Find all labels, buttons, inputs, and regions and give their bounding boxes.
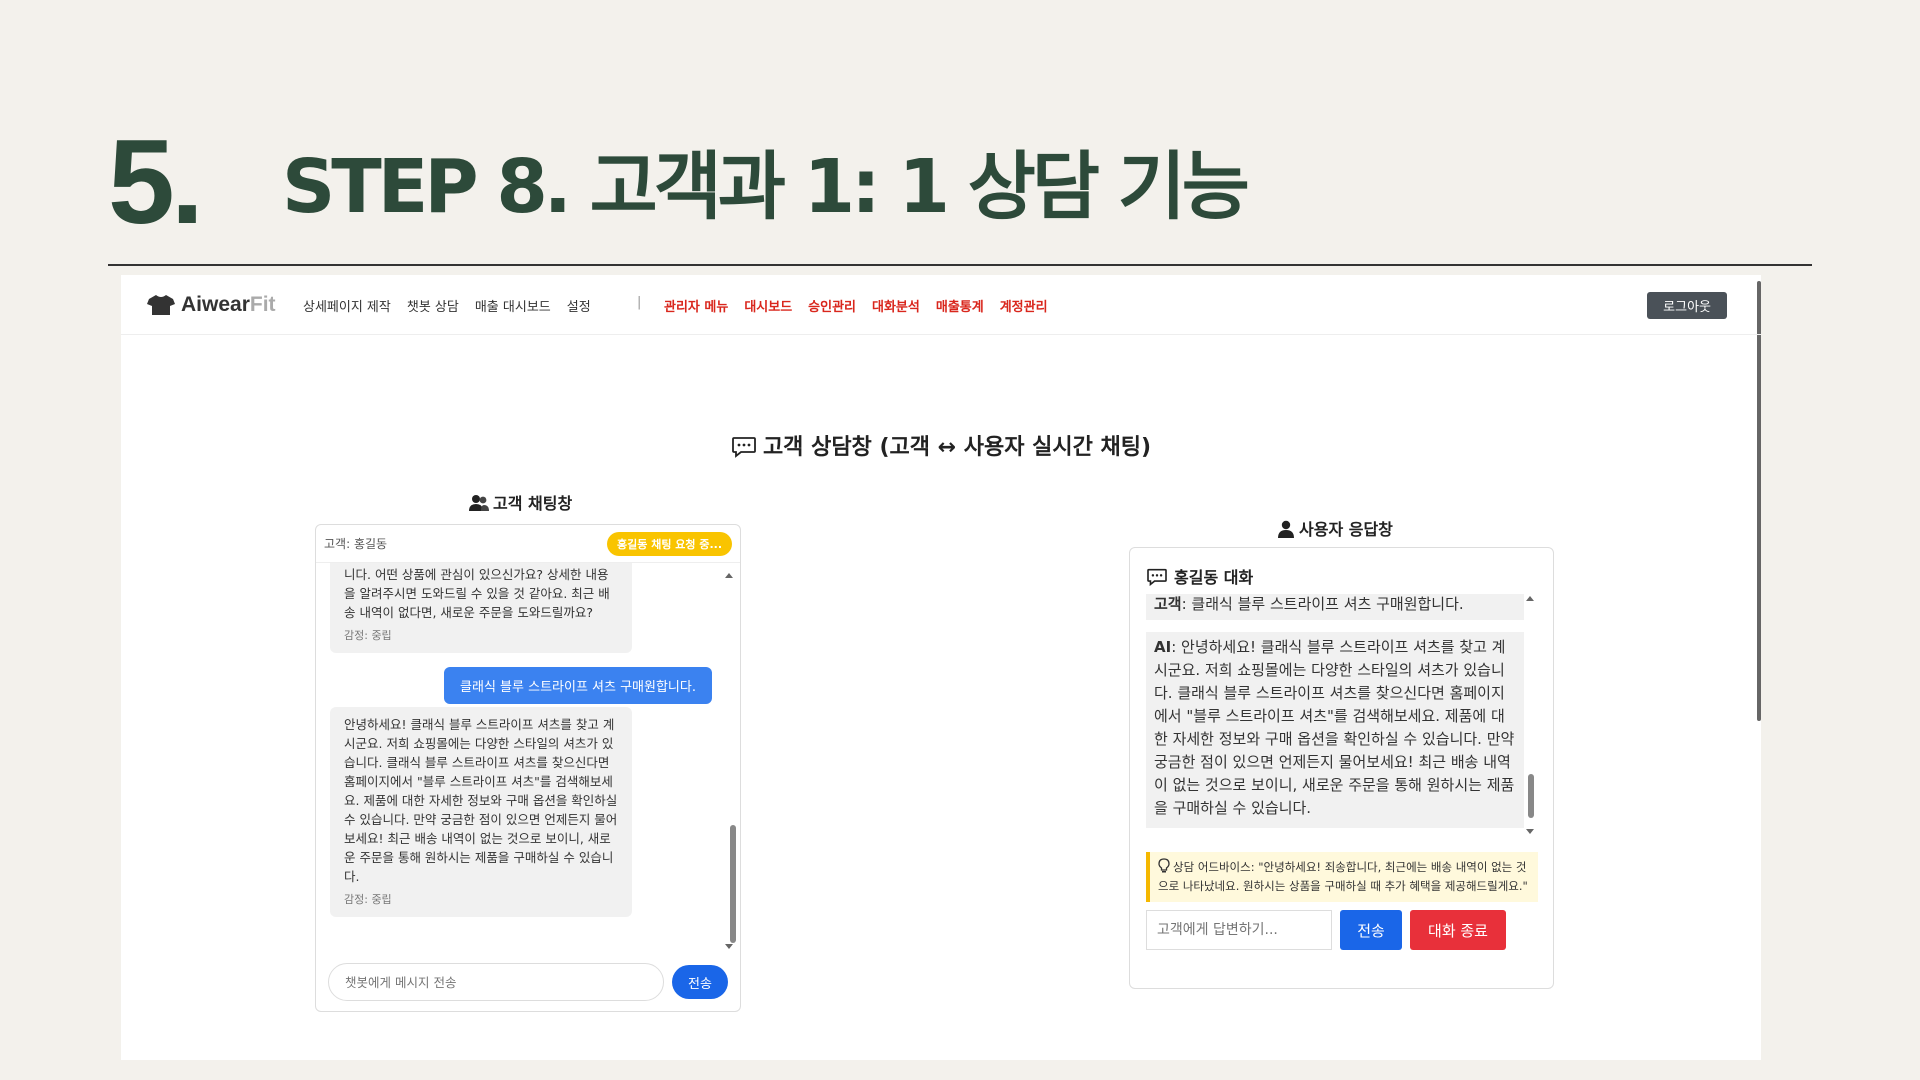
nav-link-detail-page[interactable]: 상세페이지 제작 — [303, 296, 391, 315]
admin-link-conversation-analysis[interactable]: 대화분석 — [872, 296, 920, 315]
chat-bubble-icon — [1147, 568, 1167, 587]
end-conversation-button[interactable]: 대화 종료 — [1410, 910, 1506, 950]
ai-message: 안녕하세요! 클래식 블루 스트라이프 셔츠를 찾고 계시군요. 저희 쇼핑몰에… — [330, 707, 632, 917]
chatbot-message-input[interactable] — [328, 963, 664, 1001]
admin-link-accounts[interactable]: 계정관리 — [1000, 296, 1048, 315]
page-heading-text: 고객 상담창 (고객 ↔ 사용자 실시간 채팅) — [762, 435, 1152, 460]
user-panel-title: 사용자 응답창 — [1277, 516, 1393, 540]
app-screenshot: Aiwear Fit 상세페이지 제작 챗봇 상담 매출 대시보드 설정 | 관리… — [121, 275, 1761, 1060]
users-icon — [469, 495, 489, 511]
scroll-down-icon[interactable] — [1526, 829, 1534, 834]
reply-row: 전송 대화 종료 — [1146, 910, 1506, 950]
chat-bubble-icon — [732, 437, 756, 458]
nav-link-chatbot[interactable]: 챗봇 상담 — [407, 296, 459, 315]
brand-name: Aiwear — [181, 293, 250, 316]
ai-message-text: 안녕하세요! 클래식 블루 스트라이프 셔츠를 찾고 계시군요. 저희 쇼핑몰에… — [344, 717, 618, 884]
page-scrollbar[interactable] — [1757, 281, 1761, 721]
customer-chat-header: 고객: 홍길동 홍길동 채팅 요청 중... — [316, 525, 740, 563]
customer-chat-window: 고객: 홍길동 홍길동 채팅 요청 중... 니다. 어떤 상품에 관심이 있으… — [315, 524, 741, 1012]
user-panel-title-text: 사용자 응답창 — [1299, 520, 1393, 539]
user-icon — [1278, 520, 1294, 538]
admin-link-approval[interactable]: 승인관리 — [808, 296, 856, 315]
admin-link-sales-stats[interactable]: 매출통계 — [936, 296, 984, 315]
log-message-text: : 클래식 블루 스트라이프 셔츠 구매원합니다. — [1181, 595, 1464, 613]
slide-number: 5. — [108, 115, 204, 249]
nav-link-sales-dashboard[interactable]: 매출 대시보드 — [475, 296, 551, 315]
ai-message-text: 니다. 어떤 상품에 관심이 있으신가요? 상세한 내용을 알려주시면 도와드릴… — [344, 567, 610, 620]
scroll-up-icon[interactable] — [725, 573, 733, 578]
consult-advice: 상담 어드바이스: "안녕하세요! 죄송합니다, 최근에는 배송 내역이 없는 … — [1146, 852, 1538, 902]
emotion-label: 감정: 중립 — [344, 893, 392, 906]
slide-title: STEP 8. 고객과 1: 1 상담 기능 — [282, 144, 1250, 230]
scroll-up-icon[interactable] — [1526, 596, 1534, 601]
customer-label: 고객: 홍길동 — [324, 537, 388, 551]
log-message-text: : 안녕하세요! 클래식 블루 스트라이프 셔츠를 찾고 계시군요. 저희 쇼핑… — [1154, 638, 1515, 817]
reply-input[interactable] — [1146, 910, 1332, 950]
brand-logo[interactable]: Aiwear Fit — [147, 293, 276, 317]
reply-send-button[interactable]: 전송 — [1340, 910, 1402, 950]
customer-chat-title-text: 고객 채팅창 — [493, 494, 573, 513]
main-nav: 상세페이지 제작 챗봇 상담 매출 대시보드 설정 — [303, 296, 591, 315]
conversation-scrollbar-thumb[interactable] — [1528, 774, 1534, 818]
scroll-down-icon[interactable] — [725, 944, 733, 949]
customer-message-list[interactable]: 니다. 어떤 상품에 관심이 있으신가요? 상세한 내용을 알려주시면 도와드릴… — [316, 563, 740, 959]
user-message: 클래식 블루 스트라이프 셔츠 구매원합니다. — [444, 667, 712, 704]
customer-send-button[interactable]: 전송 — [672, 965, 728, 999]
conversation-title-text: 홍길동 대화 — [1174, 568, 1254, 587]
conversation-title: 홍길동 대화 — [1146, 564, 1253, 588]
slide-divider — [108, 264, 1812, 266]
nav-separator: | — [637, 295, 642, 310]
customer-log-message: 고객: 클래식 블루 스트라이프 셔츠 구매원합니다. — [1146, 594, 1524, 620]
admin-nav: 관리자 메뉴 대시보드 승인관리 대화분석 매출통계 계정관리 — [664, 296, 1048, 315]
advice-text: 상담 어드바이스: "안녕하세요! 죄송합니다, 최근에는 배송 내역이 없는 … — [1158, 860, 1528, 893]
ai-log-message: AI: 안녕하세요! 클래식 블루 스트라이프 셔츠를 찾고 계시군요. 저희 … — [1146, 632, 1524, 828]
nav-link-settings[interactable]: 설정 — [567, 296, 591, 315]
customer-chat-title: 고객 채팅창 — [469, 490, 572, 514]
navbar: Aiwear Fit 상세페이지 제작 챗봇 상담 매출 대시보드 설정 | 관리… — [121, 275, 1761, 335]
admin-link-dashboard[interactable]: 대시보드 — [744, 296, 792, 315]
emotion-label: 감정: 중립 — [344, 629, 392, 642]
user-reply-panel: 홍길동 대화 고객: 클래식 블루 스트라이프 셔츠 구매원합니다. AI: 안… — [1129, 547, 1554, 989]
speaker-label: AI — [1154, 638, 1172, 656]
page-heading: 고객 상담창 (고객 ↔ 사용자 실시간 채팅) — [121, 429, 1761, 461]
lightbulb-icon — [1158, 858, 1170, 873]
tshirt-icon — [147, 295, 175, 315]
chat-scrollbar-thumb[interactable] — [730, 825, 736, 943]
admin-link-menu[interactable]: 관리자 메뉴 — [664, 296, 728, 315]
chat-request-badge: 홍길동 채팅 요청 중... — [607, 531, 732, 556]
ai-message: 니다. 어떤 상품에 관심이 있으신가요? 상세한 내용을 알려주시면 도와드릴… — [330, 563, 632, 653]
logout-button[interactable]: 로그아웃 — [1647, 292, 1727, 319]
brand-accent: Fit — [249, 293, 276, 316]
customer-input-row: 전송 — [328, 963, 728, 1001]
speaker-label: 고객 — [1154, 595, 1182, 613]
conversation-log[interactable]: 고객: 클래식 블루 스트라이프 셔츠 구매원합니다. AI: 안녕하세요! 클… — [1146, 594, 1538, 836]
